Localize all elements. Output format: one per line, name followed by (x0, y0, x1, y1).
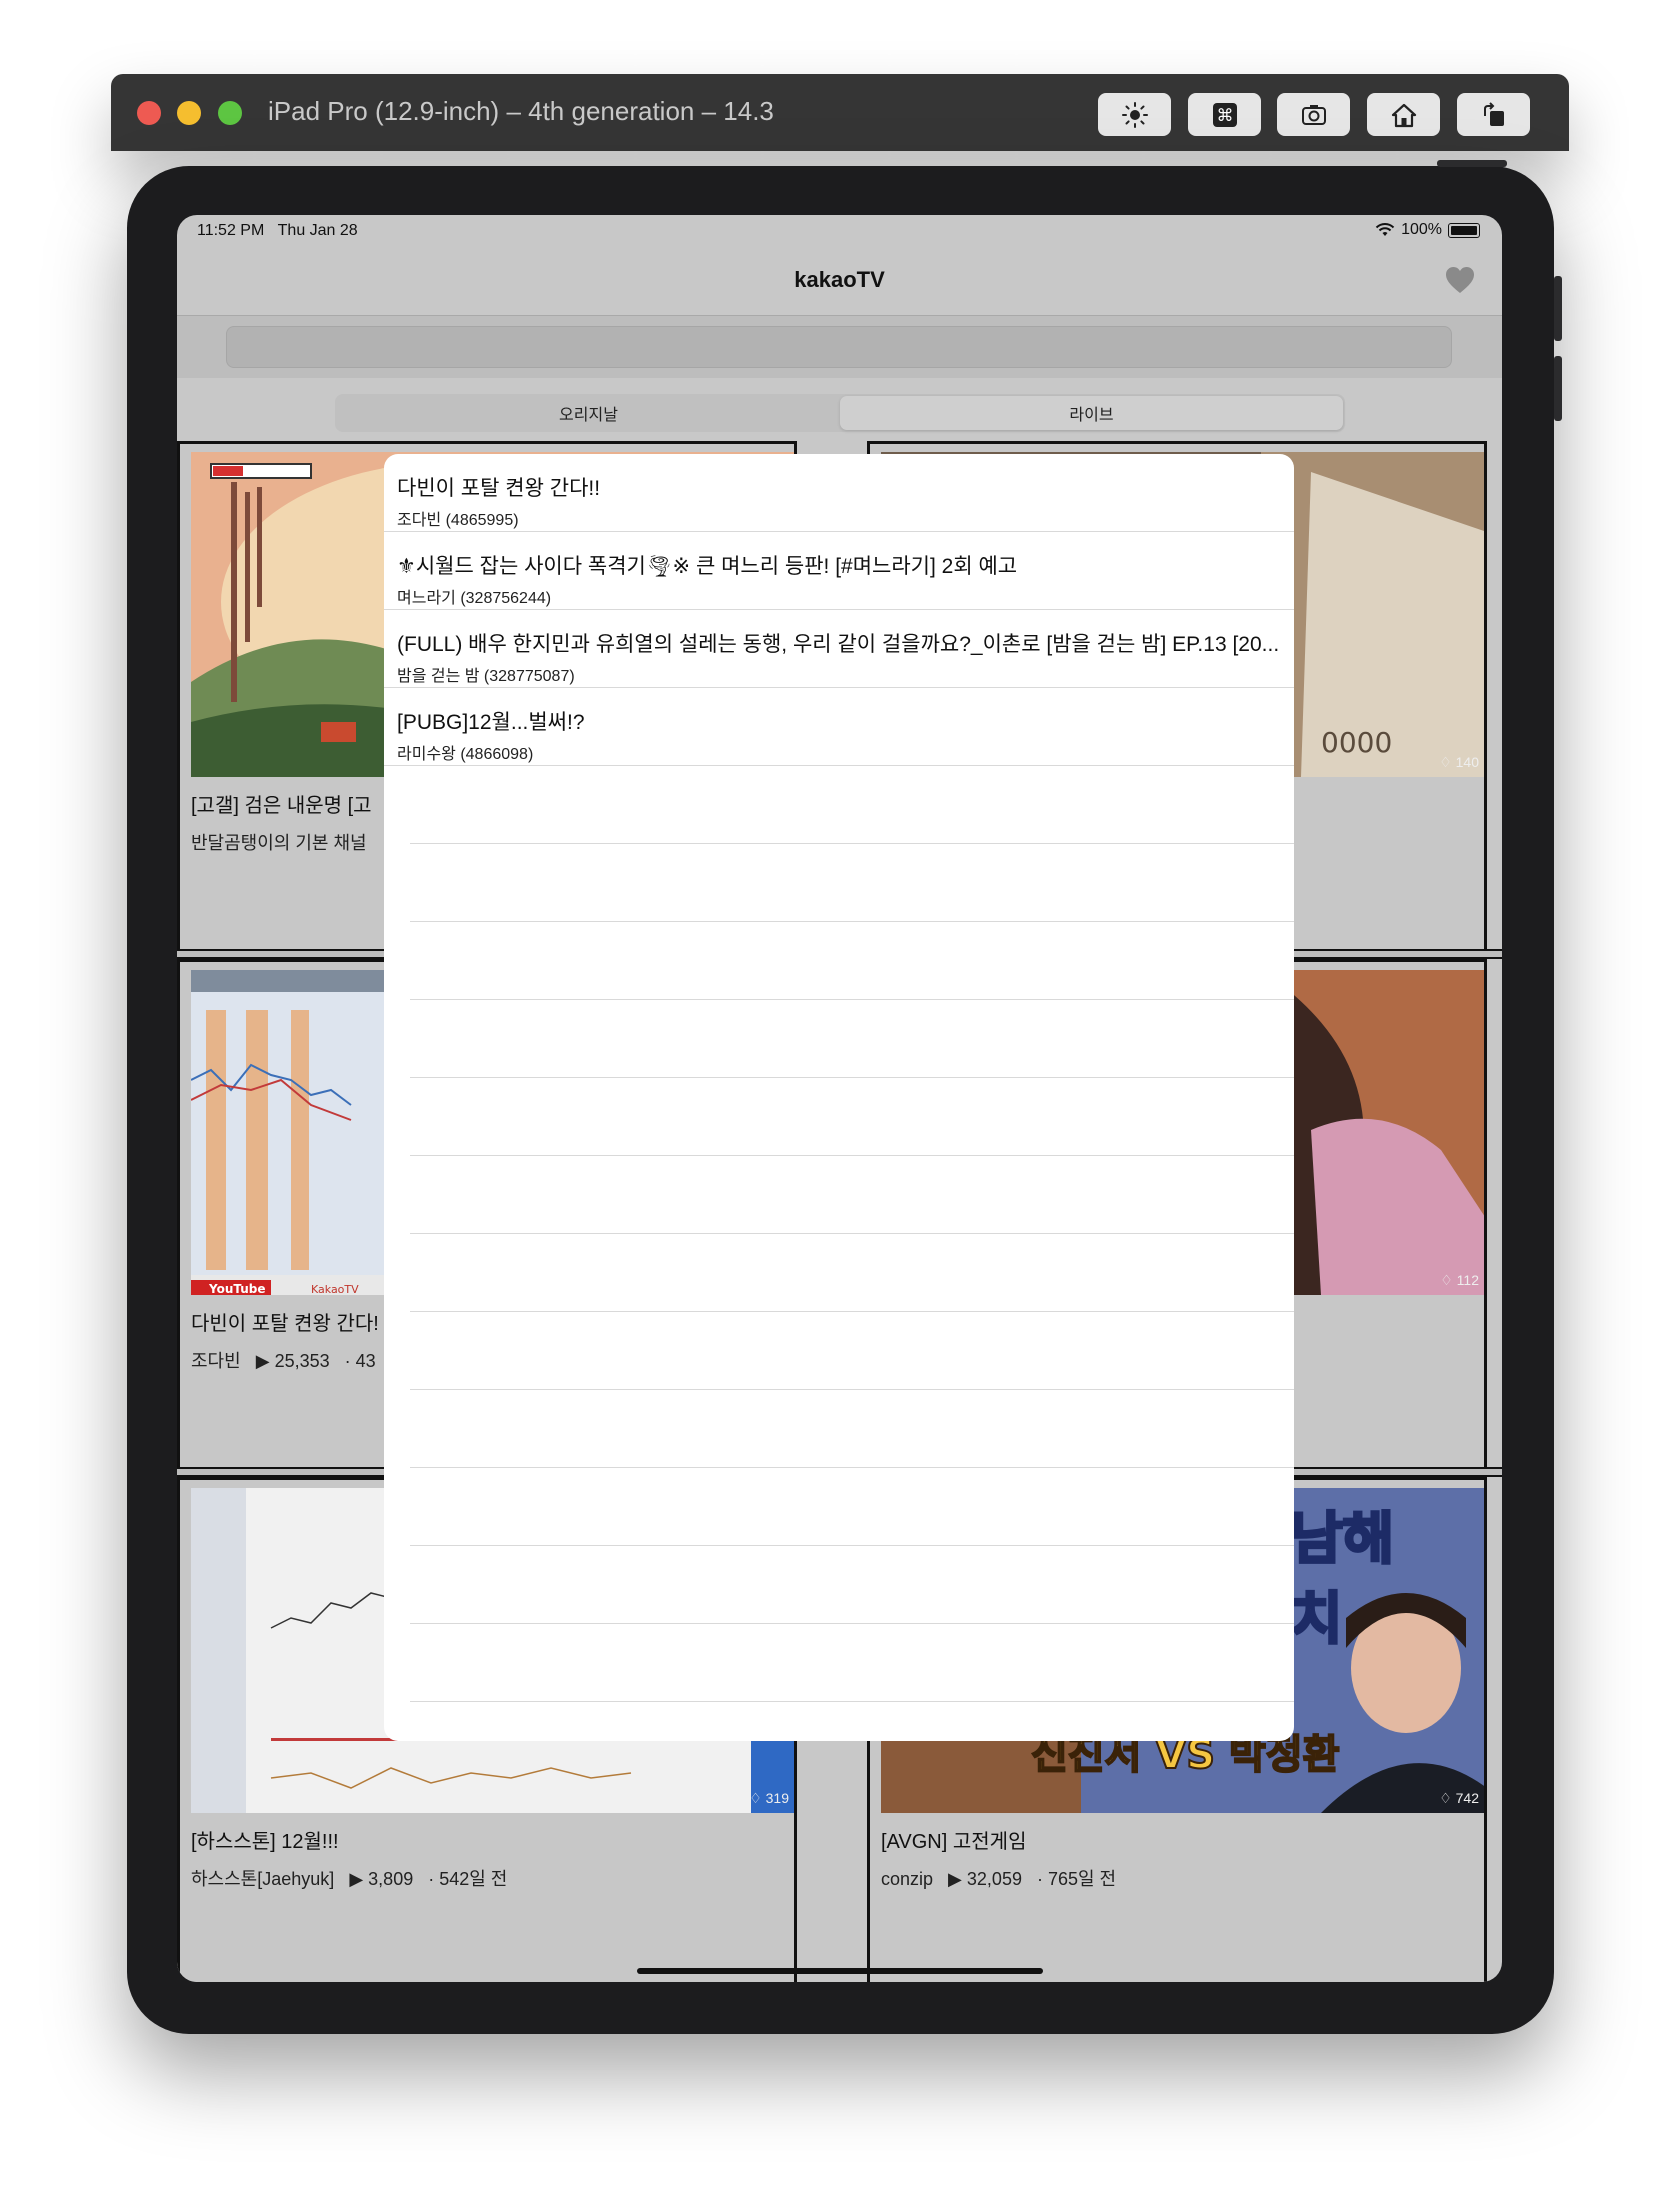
thumb-overlay-text: 남해 (1291, 1507, 1394, 1572)
heart-icon[interactable] (1444, 265, 1476, 295)
video-duration: ♢ 112 (1440, 1272, 1479, 1288)
empty-row-separator (410, 1077, 1294, 1078)
result-item[interactable]: 다빈이 포탈 켠왕 간다!! 조다빈 (4865995) (384, 454, 1294, 531)
empty-row-separator (410, 1467, 1294, 1468)
result-subtitle: 조다빈 (4865995) (397, 512, 519, 529)
search-bar-area (177, 316, 1502, 378)
video-meta: 하스스톤[Jaehyuk] ▶ 3,809 · 542일 전 (191, 1869, 508, 1889)
segment-live[interactable]: 라이브 (840, 396, 1343, 430)
volume-up-side-button (1554, 276, 1562, 341)
close-button[interactable] (137, 101, 161, 125)
result-subtitle: 라미수왕 (4866098) (397, 746, 534, 763)
video-title: [하스스톤] 12월!!! (191, 1831, 339, 1853)
status-date: Thu Jan 28 (277, 222, 358, 239)
rotate-icon (1483, 101, 1504, 126)
wifi-icon (1375, 223, 1395, 236)
result-subtitle: 며느라기 (328756244) (397, 590, 552, 607)
video-views: 32,059 (966, 1869, 1022, 1889)
result-title: 다빈이 포탈 켠왕 간다!! (397, 477, 601, 500)
video-age: 765일 전 (1047, 1869, 1117, 1889)
empty-row-separator (410, 1623, 1294, 1624)
nav-title: kakaoTV (794, 267, 885, 292)
home-indicator[interactable] (637, 1968, 1043, 1974)
search-input[interactable] (226, 326, 1452, 368)
status-bar: 11:52 PM Thu Jan 28 100% (177, 215, 1502, 251)
command-button[interactable]: ⌘ (1188, 93, 1261, 136)
video-views: 3,809 (368, 1869, 414, 1889)
status-time: 11:52 PM Thu Jan 28 (197, 222, 358, 240)
video-channel: 조다빈 (191, 1351, 241, 1371)
video-channel: 반달곰탱이의 기본 채널 (191, 833, 367, 853)
minimize-button[interactable] (177, 101, 201, 125)
video-duration: ♢ 319 (749, 1790, 789, 1806)
empty-row-separator (410, 1155, 1294, 1156)
video-duration: ♢ 742 (1439, 1790, 1479, 1806)
status-indicators: 100% (1375, 221, 1480, 239)
video-meta: 조다빈 ▶ 25,353 · 43 (191, 1351, 376, 1371)
thumb-overlay-text: 치 (1291, 1587, 1343, 1652)
result-title: [PUBG]12월...벌써!? (397, 711, 585, 734)
device-screen: 11:52 PM Thu Jan 28 100% kakaoTV 오리지날 라이… (177, 215, 1502, 1982)
result-item[interactable]: (FULL) 배우 한지민과 유희열의 설레는 동행, 우리 같이 걸을까요?_… (384, 610, 1294, 687)
video-channel: conzip (881, 1869, 934, 1889)
search-results-popover: 다빈이 포탈 켠왕 간다!! 조다빈 (4865995) ⚜시월드 잡는 사이다… (384, 454, 1294, 1741)
command-icon: ⌘ (1212, 102, 1237, 127)
segmented-control: 오리지날 라이브 (335, 394, 1345, 432)
empty-row-separator (410, 1311, 1294, 1312)
result-title: (FULL) 배우 한지민과 유희열의 설레는 동행, 우리 같이 걸을까요?_… (397, 633, 1280, 656)
segment-original[interactable]: 오리지날 (337, 396, 840, 430)
result-item[interactable]: [PUBG]12월...벌써!? 라미수왕 (4866098) (384, 688, 1294, 765)
duration-value: 319 (765, 1790, 789, 1806)
play-icon: ▶ (349, 1869, 364, 1889)
duration-value: 742 (1455, 1790, 1479, 1806)
empty-row-separator (410, 1389, 1294, 1390)
empty-row-separator (410, 1545, 1294, 1546)
empty-row-separator (410, 921, 1294, 922)
svg-text:0000: 0000 (1321, 726, 1392, 759)
brightness-icon (1121, 101, 1148, 128)
empty-row-separator (410, 1233, 1294, 1234)
result-title: ⚜시월드 잡는 사이다 폭격기🌪※ 큰 며느리 등판! [#며느라기] 2회 예… (397, 555, 1018, 578)
video-title: [고갤] 검은 내운명 [고 (191, 795, 372, 817)
video-title: [AVGN] 고전게임 (881, 1831, 1027, 1853)
power-side-button (1437, 160, 1507, 167)
rotate-button[interactable] (1457, 93, 1530, 136)
video-age: 43 (355, 1351, 376, 1371)
video-views: 25,353 (274, 1351, 330, 1371)
empty-row-separator (410, 999, 1294, 1000)
result-subtitle: 밤을 걷는 밤 (328775087) (397, 668, 575, 685)
simulator-window: iPad Pro (12.9-inch) – 4th generation – … (111, 74, 1569, 2034)
video-duration: ♢ 140 (1439, 754, 1479, 770)
status-clock: 11:52 PM (197, 222, 265, 239)
video-title: 다빈이 포탈 켠왕 간다! (191, 1313, 379, 1335)
play-icon: ▶ (948, 1869, 962, 1889)
duration-value: 140 (1455, 754, 1479, 770)
video-channel: 하스스톤[Jaehyuk] (191, 1869, 335, 1889)
ipad-device-frame: 11:52 PM Thu Jan 28 100% kakaoTV 오리지날 라이… (127, 160, 1562, 2034)
kakaotv-label: KakaoTV (311, 1283, 359, 1295)
window-title: iPad Pro (12.9-inch) – 4th generation – … (268, 96, 774, 126)
empty-row-separator (410, 1701, 1294, 1702)
list-separator (384, 765, 1294, 766)
video-meta: conzip ▶ 32,059 · 765일 전 (881, 1869, 1117, 1889)
result-item[interactable]: ⚜시월드 잡는 사이다 폭격기🌪※ 큰 며느리 등판! [#며느라기] 2회 예… (384, 532, 1294, 609)
zoom-button[interactable] (218, 101, 242, 125)
duration-value: 112 (1456, 1272, 1479, 1288)
volume-down-side-button (1554, 356, 1562, 421)
screenshot-icon (1301, 104, 1326, 125)
svg-text:⌘: ⌘ (1216, 106, 1233, 126)
play-icon: ▶ (255, 1351, 270, 1371)
battery-icon (1448, 222, 1480, 238)
home-button[interactable] (1367, 93, 1440, 136)
empty-row-separator (410, 843, 1294, 844)
navigation-bar: kakaoTV (177, 251, 1502, 316)
battery-percent: 100% (1401, 221, 1442, 238)
brightness-button[interactable] (1098, 93, 1171, 136)
home-icon (1391, 103, 1416, 127)
screenshot-button[interactable] (1277, 93, 1350, 136)
window-titlebar: iPad Pro (12.9-inch) – 4th generation – … (111, 74, 1569, 151)
youtube-label: YouTube (208, 1282, 266, 1295)
video-age: 542일 전 (439, 1869, 508, 1889)
